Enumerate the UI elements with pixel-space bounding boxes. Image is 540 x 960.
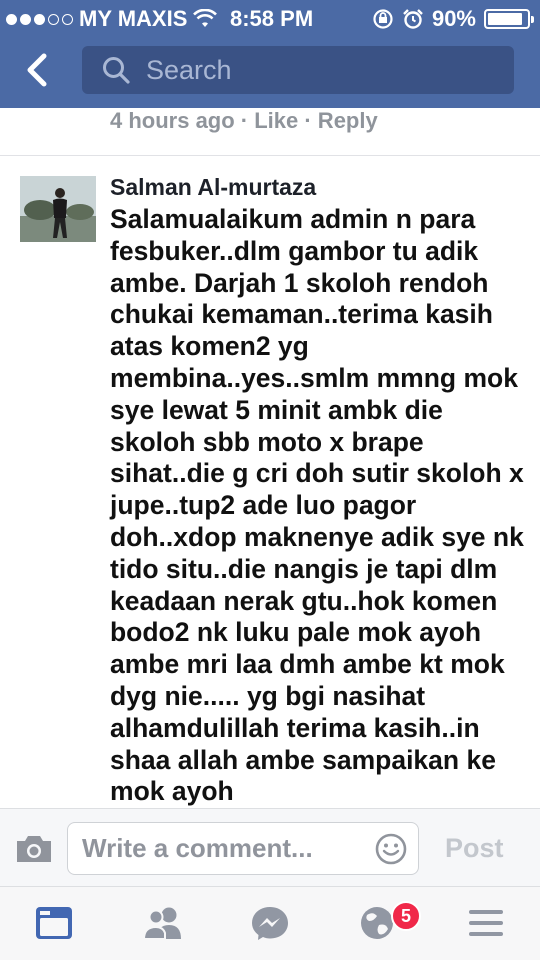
signal-strength-icon	[6, 13, 73, 25]
orientation-lock-icon	[373, 9, 393, 29]
search-bar[interactable]: Search	[82, 46, 514, 94]
alarm-icon	[403, 9, 423, 29]
signal-dot	[48, 13, 59, 25]
news-feed-icon[interactable]	[34, 905, 74, 941]
search-icon	[92, 46, 140, 94]
signal-dot	[20, 13, 31, 25]
battery-level	[488, 13, 523, 25]
comment-author-name[interactable]: Salman Al-murtaza	[110, 174, 316, 201]
sticker-smile-icon[interactable]	[374, 832, 408, 866]
status-bar: MY MAXIS 8:58 PM 90%	[0, 0, 540, 36]
friends-icon[interactable]	[141, 905, 185, 941]
back-arrow-icon[interactable]	[18, 48, 58, 92]
post-button[interactable]: Post	[445, 833, 504, 864]
signal-dot	[34, 13, 45, 25]
battery-percent: 90%	[431, 6, 476, 31]
wifi-icon	[193, 9, 218, 27]
carrier-group: MY MAXIS	[6, 6, 218, 32]
carrier-name: MY MAXIS	[79, 6, 188, 31]
signal-dot	[62, 13, 73, 25]
top-header: MY MAXIS 8:58 PM 90% Search	[0, 0, 540, 108]
avatar[interactable]	[20, 176, 96, 242]
signal-dot	[6, 13, 17, 25]
bottom-tab-bar	[0, 886, 540, 960]
battery-icon	[484, 9, 534, 29]
status-right-group: 90%	[372, 6, 534, 32]
camera-icon[interactable]	[14, 833, 54, 865]
avatar-photo	[20, 176, 96, 242]
divider	[0, 155, 540, 156]
messenger-icon[interactable]	[250, 905, 290, 941]
search-input[interactable]: Search	[146, 55, 232, 86]
comment-input[interactable]: Write a comment...	[67, 822, 419, 875]
notification-badge: 5	[391, 901, 421, 931]
comment-composer: Write a comment... Post	[0, 808, 540, 886]
clock-time: 8:58 PM	[230, 6, 314, 31]
menu-icon[interactable]	[466, 905, 506, 941]
previous-comment-meta[interactable]: 4 hours ago · Like · Reply	[110, 108, 378, 134]
comment-input-placeholder: Write a comment...	[82, 833, 313, 863]
comment-text: Salamualaikum admin n para fesbuker..dlm…	[110, 204, 524, 807]
